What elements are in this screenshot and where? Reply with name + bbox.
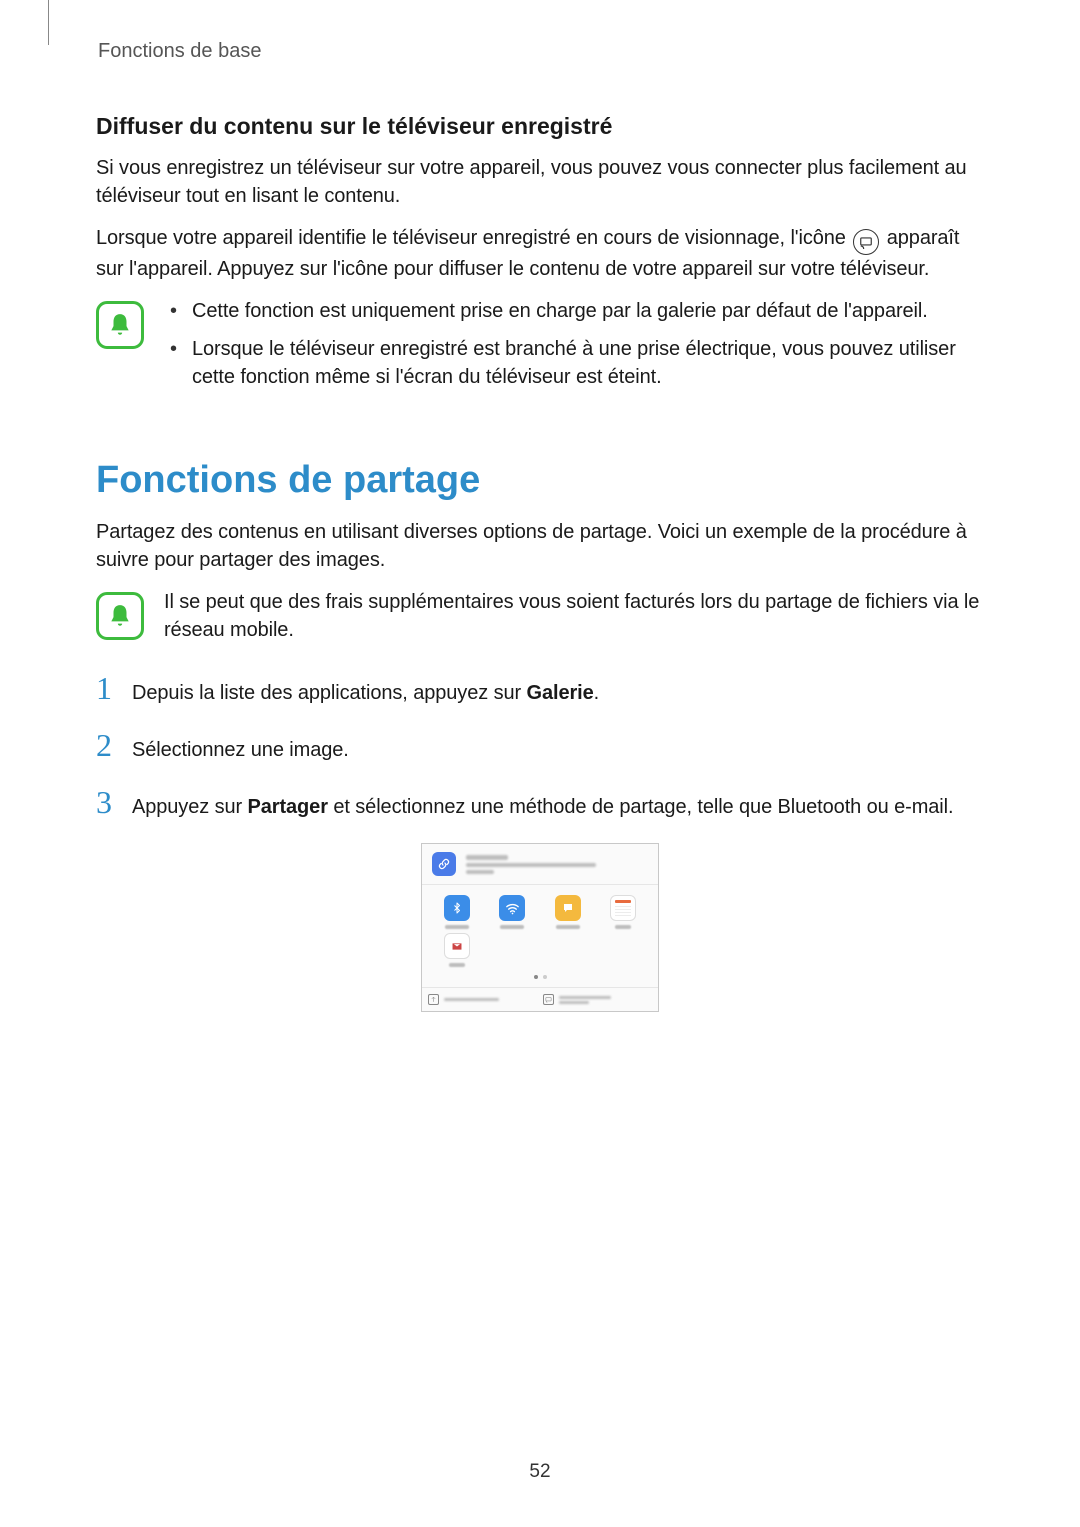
note1-item-2: Lorsque le téléviseur enregistré est bra… xyxy=(164,335,984,391)
para2-part-a: Lorsque votre appareil identifie le télé… xyxy=(96,227,851,249)
step-2-text: Sélectionnez une image. xyxy=(132,736,349,764)
note-body-1: Cette fonction est uniquement prise en c… xyxy=(164,297,984,401)
link-sharing-sub2-blur xyxy=(466,870,494,874)
share-app-bluetooth xyxy=(444,895,470,929)
paragraph-intro-1: Si vous enregistrez un téléviseur sur vo… xyxy=(96,154,984,210)
cast-icon xyxy=(853,229,879,255)
pager-dot-active xyxy=(534,975,538,979)
link-sharing-sub-blur xyxy=(466,863,596,867)
share-app-memo-label xyxy=(615,925,631,929)
step-1: 1 Depuis la liste des applications, appu… xyxy=(96,672,984,707)
step-1-text: Depuis la liste des applications, appuye… xyxy=(132,679,599,707)
step-2-pre: Sélectionnez une image. xyxy=(132,739,349,761)
link-sharing-icon xyxy=(432,852,456,876)
share-link-row xyxy=(422,844,658,885)
share-app-email xyxy=(444,933,470,967)
share-bottom-row xyxy=(422,987,658,1011)
transfer-icon xyxy=(428,994,439,1005)
share-app-memo xyxy=(610,895,636,929)
subheading-diffuser: Diffuser du contenu sur le téléviseur en… xyxy=(96,113,984,140)
note-bell-icon xyxy=(96,592,144,640)
document-page: Fonctions de base Diffuser du contenu su… xyxy=(0,0,1080,1527)
bluetooth-icon xyxy=(444,895,470,921)
note1-item-1: Cette fonction est uniquement prise en c… xyxy=(164,297,984,325)
step-2: 2 Sélectionnez une image. xyxy=(96,729,984,764)
step-3-post: et sélectionnez une méthode de partage, … xyxy=(328,796,954,818)
breadcrumb: Fonctions de base xyxy=(98,40,984,63)
share-app-wifi xyxy=(499,895,525,929)
note-block-1: Cette fonction est uniquement prise en c… xyxy=(96,297,984,401)
step-1-bold: Galerie xyxy=(527,682,594,704)
share-app-bluetooth-label xyxy=(445,925,469,929)
messages-icon xyxy=(555,895,581,921)
step-1-post: . xyxy=(594,682,599,704)
heading-fonctions-partage: Fonctions de partage xyxy=(96,459,984,502)
step-3-bold: Partager xyxy=(248,796,328,818)
link-sharing-title-blur xyxy=(466,855,508,860)
pager-dot-inactive xyxy=(543,975,547,979)
note-block-2: Il se peut que des frais supplémentaires… xyxy=(96,588,984,644)
share-app-messages-label xyxy=(556,925,580,929)
paragraph-intro-2: Lorsque votre appareil identifie le télé… xyxy=(96,224,984,283)
step-1-pre: Depuis la liste des applications, appuye… xyxy=(132,682,527,704)
share-app-wifi-label xyxy=(500,925,524,929)
wifi-direct-icon xyxy=(499,895,525,921)
step-3-pre: Appuyez sur xyxy=(132,796,248,818)
paragraph-partage-intro: Partagez des contenus en utilisant diver… xyxy=(96,518,984,574)
note-body-2: Il se peut que des frais supplémentaires… xyxy=(164,588,984,644)
smart-view-icon xyxy=(543,994,554,1005)
note2-text: Il se peut que des frais supplémentaires… xyxy=(164,588,984,644)
page-number: 52 xyxy=(0,1461,1080,1483)
share-app-email-label xyxy=(449,963,465,967)
step-3-text: Appuyez sur Partager et sélectionnez une… xyxy=(132,793,953,821)
step-1-number: 1 xyxy=(96,672,116,704)
share-panel-illustration xyxy=(96,843,984,1012)
note-bell-icon xyxy=(96,301,144,349)
email-icon xyxy=(444,933,470,959)
share-pager xyxy=(422,969,658,987)
share-apps-grid xyxy=(422,885,658,969)
steps-list: 1 Depuis la liste des applications, appu… xyxy=(96,672,984,821)
memo-icon xyxy=(610,895,636,921)
step-3: 3 Appuyez sur Partager et sélectionnez u… xyxy=(96,786,984,821)
step-3-number: 3 xyxy=(96,786,116,818)
share-bottom-left xyxy=(428,994,537,1005)
share-app-messages xyxy=(555,895,581,929)
share-panel xyxy=(421,843,659,1012)
share-bottom-right xyxy=(543,994,652,1005)
step-2-number: 2 xyxy=(96,729,116,761)
